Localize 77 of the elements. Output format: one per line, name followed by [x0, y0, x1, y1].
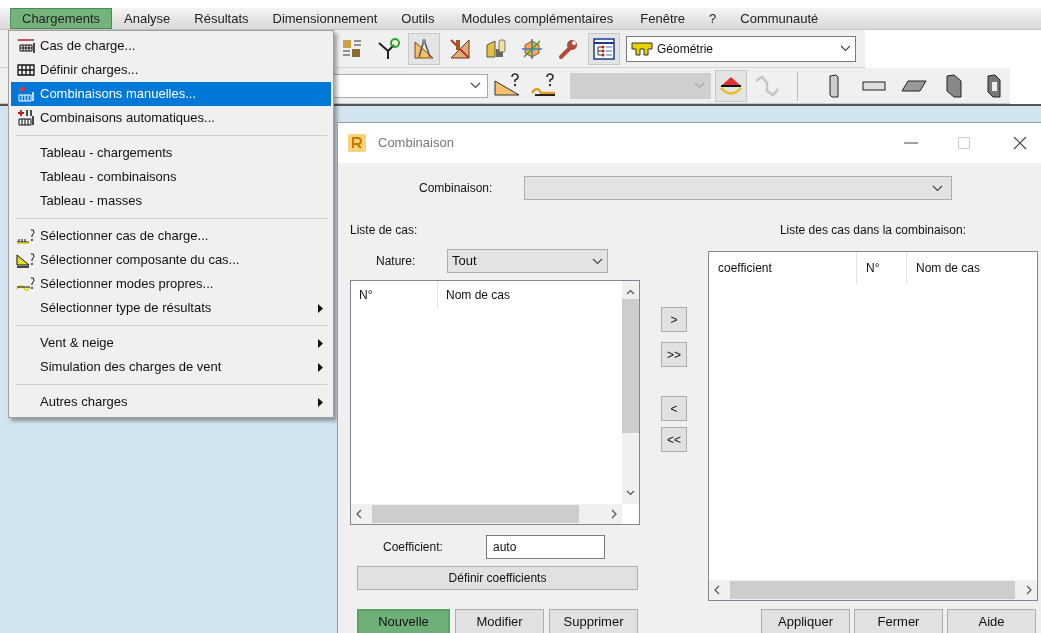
transfer-button[interactable]: <: [661, 396, 687, 421]
scroll-left-icon[interactable]: [355, 509, 363, 519]
tree-list-icon[interactable]: [588, 32, 620, 65]
submenu-arrow-icon: [318, 338, 323, 348]
combination-label: Combinaison:: [419, 180, 494, 197]
menu-item[interactable]: Autres charges: [11, 390, 331, 414]
view-select[interactable]: Géométrie: [626, 35, 856, 62]
coefficient-field[interactable]: auto: [486, 535, 605, 559]
menu-item[interactable]: Vent & neige: [11, 331, 331, 355]
chevron-down-icon: [469, 82, 481, 89]
dialog-button[interactable]: Nouvelle: [357, 609, 450, 633]
menu-item[interactable]: Combinaisons manuelles...: [11, 82, 331, 106]
transfer-button[interactable]: >: [661, 307, 687, 332]
load-case-icon: [15, 37, 36, 55]
menu-item[interactable]: Tableau - masses: [11, 189, 331, 213]
menu-item[interactable]: Combinaisons automatiques...: [11, 106, 331, 130]
plus-grid-icon: [15, 109, 36, 127]
chevron-down-icon: [932, 184, 943, 192]
transfer-button[interactable]: >>: [661, 342, 687, 367]
horizontal-scrollbar[interactable]: [351, 504, 622, 524]
structure-icon: [631, 41, 653, 56]
scroll-right-icon[interactable]: [610, 509, 618, 519]
chevron-down-icon: [592, 257, 603, 265]
transfer-button[interactable]: <<: [661, 427, 687, 452]
dialog-button[interactable]: Modifier: [455, 609, 544, 633]
chevron-down-icon: [694, 82, 706, 89]
chevron-down-icon: [840, 45, 851, 52]
combination-list-label: Liste des cas dans la combinaison:: [778, 222, 968, 239]
submenu-arrow-icon: [318, 303, 323, 313]
case-list-label: Liste de cas:: [349, 222, 419, 239]
nature-label: Nature:: [375, 253, 417, 270]
load-query-icon: [14, 227, 37, 245]
window-title: Combinaison: [378, 134, 454, 153]
close-icon[interactable]: [1013, 136, 1027, 150]
menu-item[interactable]: Définir charges...: [11, 58, 331, 82]
column-header[interactable]: N°: [351, 281, 438, 309]
column-header[interactable]: Nom de cas: [438, 281, 622, 309]
menu-bar-item[interactable]: Communauté: [728, 8, 831, 29]
menu-bar-item[interactable]: ?: [697, 8, 729, 29]
define-coefficients-button[interactable]: Définir coefficients: [357, 566, 638, 590]
nature-select[interactable]: Tout: [447, 249, 608, 273]
load-diagram-icon[interactable]: [715, 69, 748, 102]
wave-query-icon: [14, 275, 37, 293]
submenu-arrow-icon: [318, 397, 323, 407]
dialog-button[interactable]: Aide: [947, 609, 1036, 633]
scroll-right-icon[interactable]: [1025, 585, 1033, 595]
app-logo-icon: [348, 134, 366, 152]
scroll-left-icon[interactable]: [713, 585, 721, 595]
menu-bar-item[interactable]: Modules complémentaires: [446, 8, 629, 29]
menu-bar-item[interactable]: Outils: [389, 8, 447, 29]
dialog-button[interactable]: Fermer: [854, 609, 943, 633]
menu-item[interactable]: Sélectionner composante du cas...: [11, 248, 331, 272]
load-grid-icon: [15, 61, 36, 79]
menu-item[interactable]: Tableau - chargements: [11, 141, 331, 165]
triangle-query-icon: [14, 251, 37, 269]
dialog-button[interactable]: Appliquer: [761, 609, 850, 633]
menu-bar-item[interactable]: Fenêtre: [628, 8, 698, 29]
menu-item[interactable]: Simulation des charges de vent: [11, 355, 331, 379]
compass-ruler-icon[interactable]: [408, 32, 440, 65]
submenu-arrow-icon: [318, 362, 323, 372]
column-header[interactable]: Nom de cas: [907, 252, 1037, 284]
coefficient-label: Coefficient:: [382, 539, 444, 556]
horizontal-scrollbar[interactable]: [709, 580, 1037, 600]
menu-item[interactable]: Cas de charge...: [11, 34, 331, 58]
dialog-button[interactable]: Supprimer: [549, 609, 638, 633]
column-header[interactable]: coefficient: [709, 252, 857, 284]
menu-bar-item[interactable]: Chargements: [10, 8, 113, 29]
menu-item[interactable]: Sélectionner type de résultats: [11, 296, 331, 320]
menu-bar-item[interactable]: Résultats: [182, 8, 261, 29]
menu-item[interactable]: Sélectionner cas de charge...: [11, 224, 331, 248]
vertical-scrollbar[interactable]: [622, 281, 639, 504]
menu-bar-item[interactable]: Dimensionnement: [260, 8, 390, 29]
menu-item[interactable]: Tableau - combinaisons: [11, 165, 331, 189]
menu-bar-item[interactable]: Analyse: [112, 8, 183, 29]
menu-item[interactable]: Sélectionner modes propres...: [11, 272, 331, 296]
column-header[interactable]: N°: [857, 252, 907, 284]
plus-grid-icon: [15, 85, 36, 103]
